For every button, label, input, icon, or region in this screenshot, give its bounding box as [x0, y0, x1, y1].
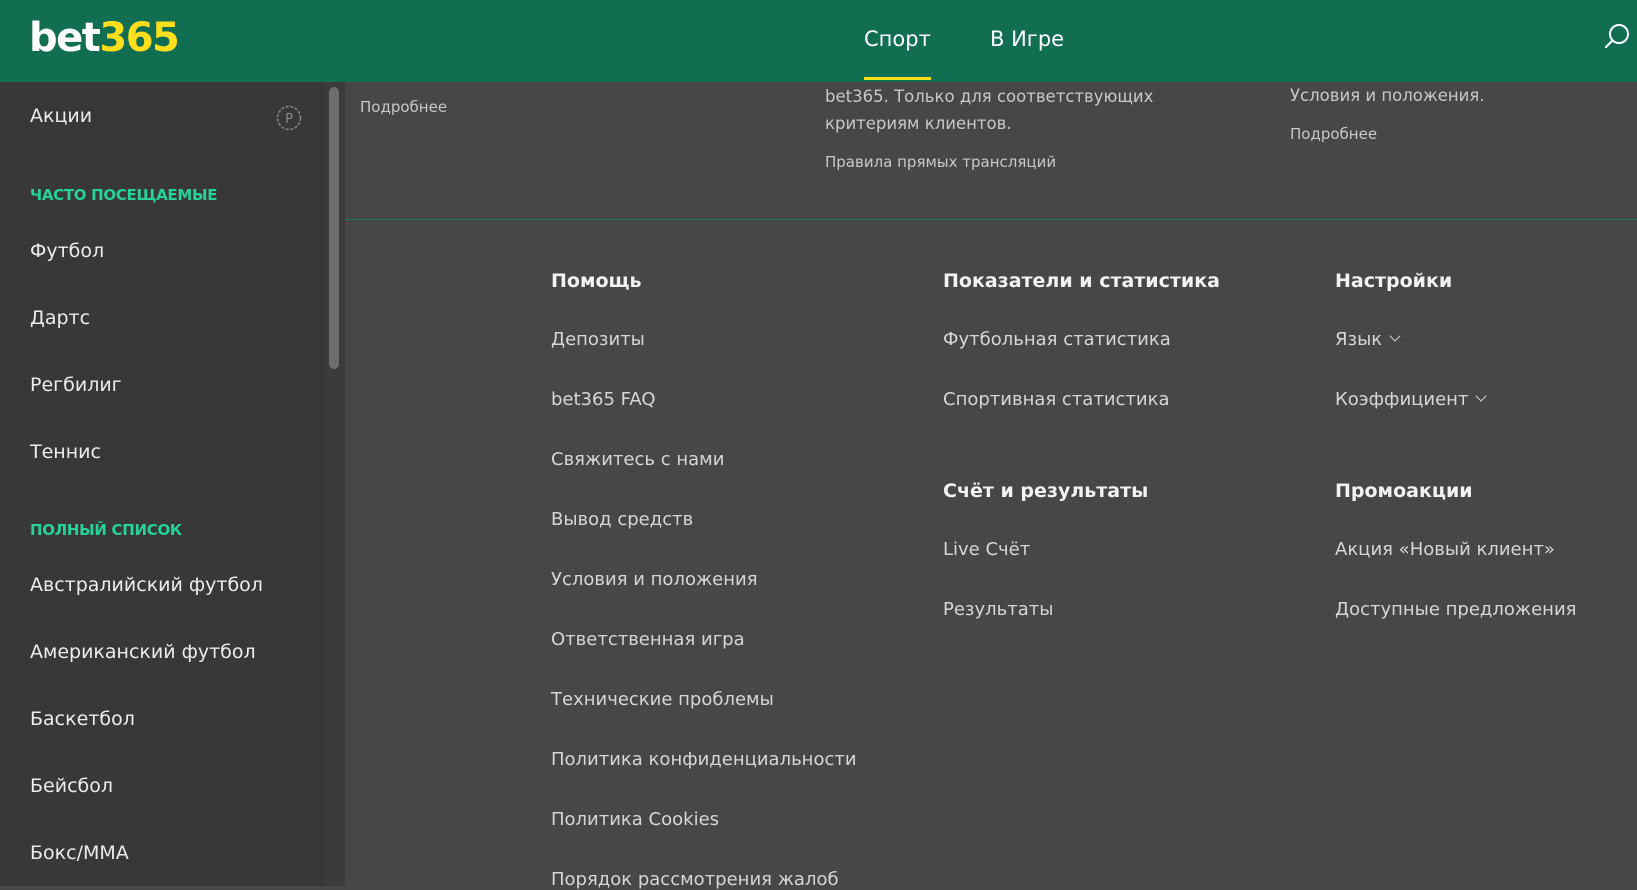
sidebar-item-boxing-mma[interactable]: Бокс/ММА: [30, 842, 129, 864]
scores-link-live[interactable]: Live Счёт: [943, 539, 1030, 560]
section-divider: [345, 219, 1637, 220]
stats-link-sport[interactable]: Спортивная статистика: [943, 389, 1170, 410]
sidebar-item-australian-football[interactable]: Австралийский футбол: [30, 574, 263, 596]
streaming-info-text: bet365. Только для соответствующих крите…: [825, 87, 1154, 133]
help-link-faq[interactable]: bet365 FAQ: [551, 389, 656, 410]
help-link-contact[interactable]: Свяжитесь с нами: [551, 449, 724, 470]
promo-p-icon: P: [276, 105, 302, 131]
promo-link-available-offers[interactable]: Доступные предложения: [1335, 599, 1576, 620]
help-link-withdrawals[interactable]: Вывод средств: [551, 509, 693, 530]
sidebar-item-darts[interactable]: Дартс: [30, 307, 90, 329]
language-dropdown[interactable]: Язык: [1335, 329, 1401, 350]
chevron-down-icon: [1389, 330, 1401, 342]
tab-in-play[interactable]: В Игре: [990, 24, 1064, 54]
sidebar-item-football[interactable]: Футбол: [30, 240, 104, 262]
col3-more-link[interactable]: Подробнее: [1290, 125, 1377, 143]
promo-link-new-customer[interactable]: Акция «Новый клиент»: [1335, 539, 1555, 560]
col1-more-link[interactable]: Подробнее: [360, 98, 447, 116]
chevron-down-icon: [1475, 390, 1488, 402]
section-heading-frequent: ЧАСТО ПОСЕЩАЕМЫЕ: [30, 186, 218, 204]
help-link-responsible-gaming[interactable]: Ответственная игра: [551, 629, 745, 650]
logo-part-bet: bet: [29, 15, 101, 61]
odds-label: Коэффициент: [1335, 389, 1469, 410]
stats-link-football[interactable]: Футбольная статистика: [943, 329, 1171, 350]
help-link-cookies-policy[interactable]: Политика Cookies: [551, 809, 719, 830]
language-label: Язык: [1335, 329, 1383, 350]
scores-heading: Счёт и результаты: [943, 480, 1149, 502]
help-link-complaints[interactable]: Порядок рассмотрения жалоб: [551, 869, 839, 890]
sidebar-item-promotions[interactable]: Акции: [30, 105, 92, 127]
sidebar-scrollbar-thumb[interactable]: [329, 87, 339, 369]
promos-heading: Промоакции: [1335, 480, 1473, 502]
streaming-rules-link[interactable]: Правила прямых трансляций: [825, 153, 1056, 171]
help-link-terms[interactable]: Условия и положения: [551, 569, 758, 590]
help-heading: Помощь: [551, 270, 642, 292]
svg-text:P: P: [285, 112, 293, 127]
scores-link-results[interactable]: Результаты: [943, 599, 1053, 620]
sidebar-item-american-football[interactable]: Американский футбол: [30, 641, 256, 663]
terms-info-text: Условия и положения.: [1290, 86, 1485, 105]
section-heading-full-list: ПОЛНЫЙ СПИСОК: [30, 521, 182, 539]
top-bar: bet365 Спорт В Игре: [0, 0, 1637, 82]
help-link-technical-issues[interactable]: Технические проблемы: [551, 689, 774, 710]
sidebar-item-tennis[interactable]: Теннис: [30, 441, 101, 463]
logo-part-365: 365: [99, 15, 180, 61]
sidebar-item-basketball[interactable]: Баскетбол: [30, 708, 135, 730]
tab-sport[interactable]: Спорт: [864, 24, 931, 80]
sidebar-item-baseball[interactable]: Бейсбол: [30, 775, 113, 797]
sidebar-item-rugby-league[interactable]: Регбилиг: [30, 374, 122, 396]
help-link-privacy-policy[interactable]: Политика конфиденциальности: [551, 749, 857, 770]
help-link-deposits[interactable]: Депозиты: [551, 329, 645, 350]
odds-format-dropdown[interactable]: Коэффициент: [1335, 389, 1488, 410]
bet365-logo[interactable]: bet365: [29, 14, 180, 62]
search-icon[interactable]: [1605, 23, 1631, 49]
settings-heading: Настройки: [1335, 270, 1453, 292]
stats-heading: Показатели и статистика: [943, 270, 1220, 292]
